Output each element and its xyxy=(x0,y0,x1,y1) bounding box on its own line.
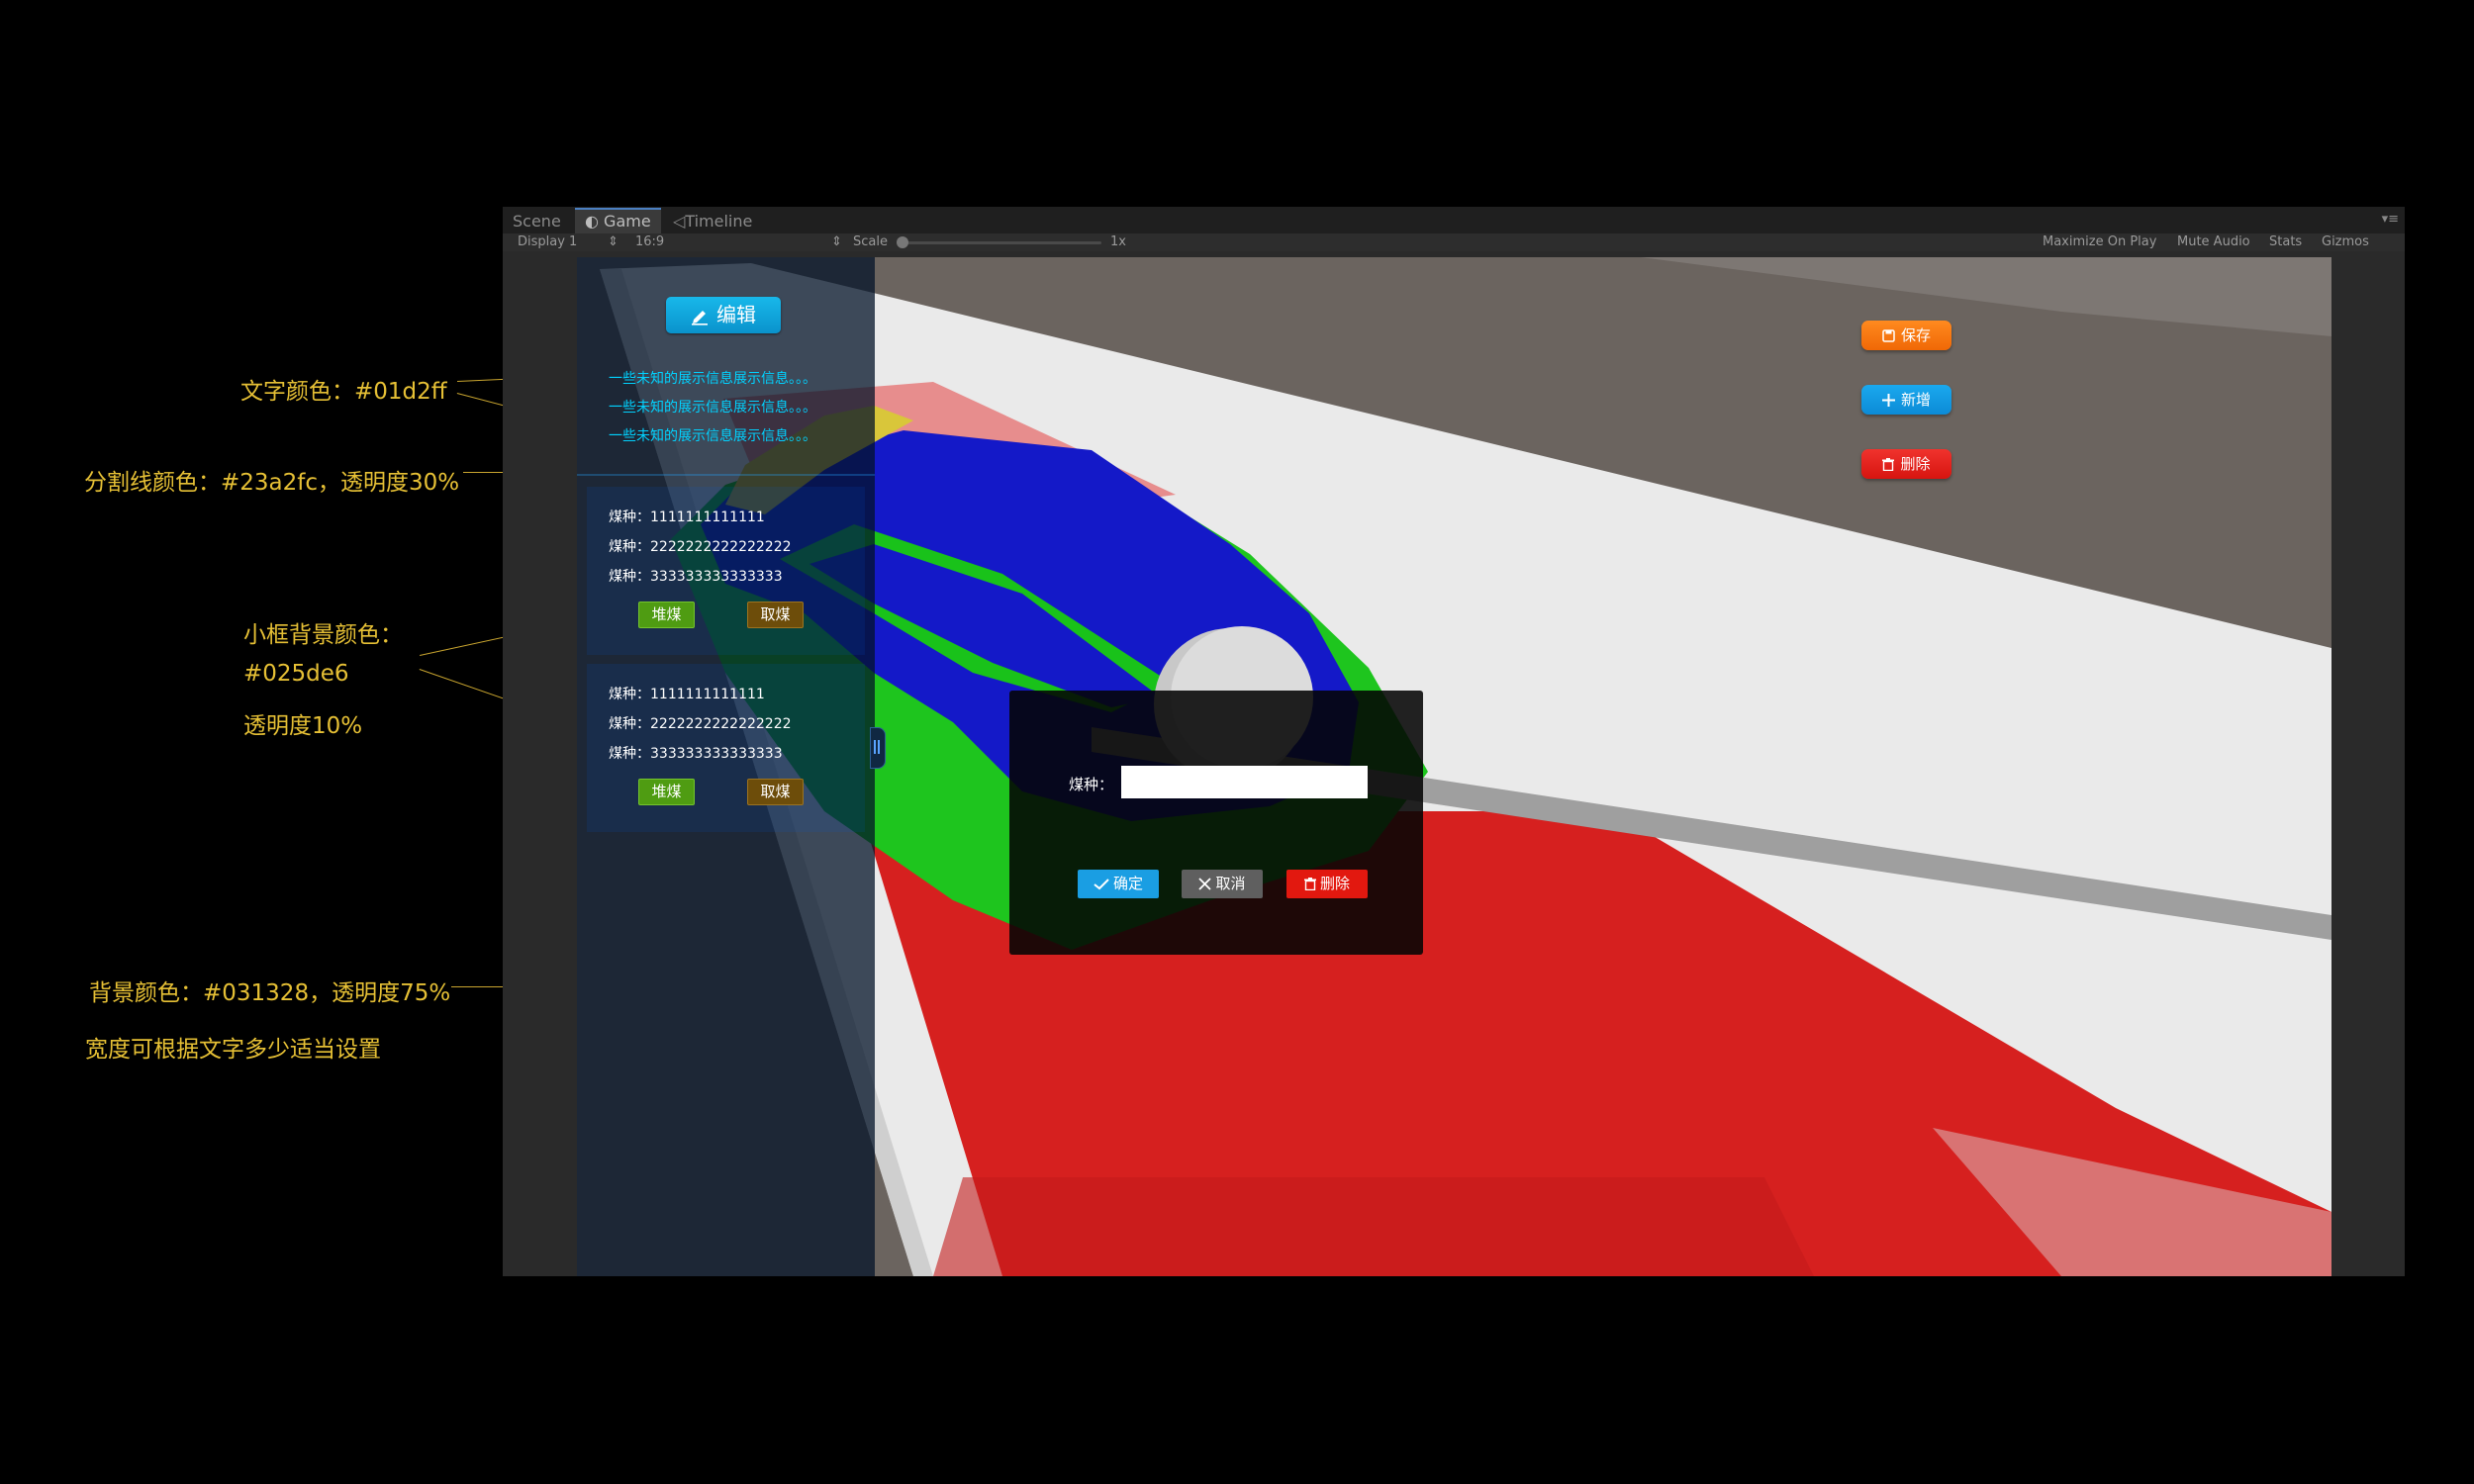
info-line: 一些未知的展示信息展示信息。。。 xyxy=(609,371,816,387)
save-icon xyxy=(1882,329,1895,342)
scale-label: Scale xyxy=(853,234,888,249)
save-button[interactable]: 保存 xyxy=(1861,321,1951,350)
coal-type-field-label: 煤种： xyxy=(1069,776,1114,793)
trash-icon xyxy=(1303,878,1316,891)
delete-button[interactable]: 删除 xyxy=(1861,449,1951,479)
gizmos-dropdown[interactable]: Gizmos xyxy=(2322,233,2369,251)
coal-type-row: 煤种：1111111111111 xyxy=(609,510,765,525)
pencil-icon xyxy=(692,310,708,325)
coal-type-row: 煤种：2222222222222222 xyxy=(609,716,792,732)
scale-slider-thumb[interactable] xyxy=(897,236,908,248)
tab-menu-icon[interactable]: ▾≡ xyxy=(2382,212,2399,227)
info-side-panel: 编辑 一些未知的展示信息展示信息。。。 一些未知的展示信息展示信息。。。 一些未… xyxy=(577,257,875,1276)
annotation-panel-width-note: 宽度可根据文字多少适当设置 xyxy=(85,1037,381,1063)
game-view-toolbar: Display 1 ⇕ 16:9 ⇕ Scale 1x Maximize On … xyxy=(503,233,2405,251)
pile-coal-button[interactable]: 堆煤 xyxy=(638,779,695,805)
coal-type-row: 煤种：333333333333333 xyxy=(609,569,783,585)
coal-info-card: 煤种：1111111111111 煤种：2222222222222222 煤种：… xyxy=(587,664,865,832)
editor-tab-bar: Scene ◐ Game ◁Timeline ▾≡ xyxy=(503,207,2405,233)
coal-type-dialog: 煤种： 确定 取消 删除 xyxy=(1009,691,1423,955)
tab-scene[interactable]: Scene xyxy=(503,210,571,233)
panel-divider xyxy=(577,474,875,476)
dialog-delete-button[interactable]: 删除 xyxy=(1286,870,1368,898)
annotation-card-bg-color: #025de6 xyxy=(243,661,349,687)
pile-coal-button[interactable]: 堆煤 xyxy=(638,602,695,628)
annotation-text-color: 文字颜色：#01d2ff xyxy=(240,379,447,405)
aspect-select-arrow-icon: ⇕ xyxy=(831,234,842,249)
close-icon xyxy=(1198,878,1212,890)
delete-button-label: 删除 xyxy=(1900,455,1931,473)
confirm-button-label: 确定 xyxy=(1112,875,1143,892)
check-icon xyxy=(1094,879,1109,890)
aspect-select[interactable]: 16:9 xyxy=(635,233,664,251)
annotation-card-bg-opacity: 透明度10% xyxy=(243,713,363,739)
coal-type-row: 煤种：1111111111111 xyxy=(609,687,765,702)
scale-value: 1x xyxy=(1110,234,1126,249)
take-coal-button[interactable]: 取煤 xyxy=(747,602,804,628)
game-view: 编辑 一些未知的展示信息展示信息。。。 一些未知的展示信息展示信息。。。 一些未… xyxy=(577,257,2331,1276)
coal-type-row: 煤种：2222222222222222 xyxy=(609,539,792,555)
maximize-on-play-toggle[interactable]: Maximize On Play xyxy=(2043,233,2156,251)
tab-game[interactable]: ◐ Game xyxy=(575,208,661,233)
cancel-button-label: 取消 xyxy=(1215,875,1246,892)
edit-button[interactable]: 编辑 xyxy=(666,297,781,333)
display-select[interactable]: Display 1 xyxy=(518,233,577,251)
panel-collapse-handle[interactable] xyxy=(870,727,886,769)
annotation-card-bg-title: 小框背景颜色： xyxy=(243,622,403,648)
edit-button-label: 编辑 xyxy=(716,303,756,326)
grip-icon xyxy=(874,740,876,754)
info-line: 一些未知的展示信息展示信息。。。 xyxy=(609,428,816,444)
confirm-button[interactable]: 确定 xyxy=(1078,870,1159,898)
tab-timeline-label: Timeline xyxy=(685,212,753,231)
coal-type-row: 煤种：333333333333333 xyxy=(609,746,783,762)
mute-audio-toggle[interactable]: Mute Audio xyxy=(2177,233,2250,251)
add-button[interactable]: 新增 xyxy=(1861,385,1951,415)
trash-icon xyxy=(1882,458,1895,472)
tab-timeline[interactable]: ◁Timeline xyxy=(663,210,762,233)
stats-toggle[interactable]: Stats xyxy=(2269,233,2302,251)
annotation-panel-bg: 背景颜色：#031328，透明度75% xyxy=(89,980,451,1006)
coal-type-input[interactable] xyxy=(1121,766,1368,798)
game-tab-icon: ◐ xyxy=(585,212,605,231)
save-button-label: 保存 xyxy=(1900,326,1931,344)
info-line: 一些未知的展示信息展示信息。。。 xyxy=(609,400,816,416)
add-button-label: 新增 xyxy=(1900,391,1931,409)
annotation-divider-color: 分割线颜色：#23a2fc，透明度30% xyxy=(84,470,460,496)
scale-slider-track[interactable] xyxy=(904,241,1101,244)
plus-icon xyxy=(1881,394,1895,407)
coal-info-card: 煤种：1111111111111 煤种：2222222222222222 煤种：… xyxy=(587,487,865,655)
display-select-arrow-icon: ⇕ xyxy=(608,234,618,249)
cancel-button[interactable]: 取消 xyxy=(1182,870,1263,898)
dialog-delete-button-label: 删除 xyxy=(1319,875,1350,892)
unity-editor-window: Scene ◐ Game ◁Timeline ▾≡ Display 1 ⇕ 16… xyxy=(503,207,2405,1276)
scene-red-bars xyxy=(933,1177,1814,1276)
timeline-icon: ◁ xyxy=(673,212,686,231)
take-coal-button[interactable]: 取煤 xyxy=(747,779,804,805)
tab-game-label: Game xyxy=(604,212,651,231)
